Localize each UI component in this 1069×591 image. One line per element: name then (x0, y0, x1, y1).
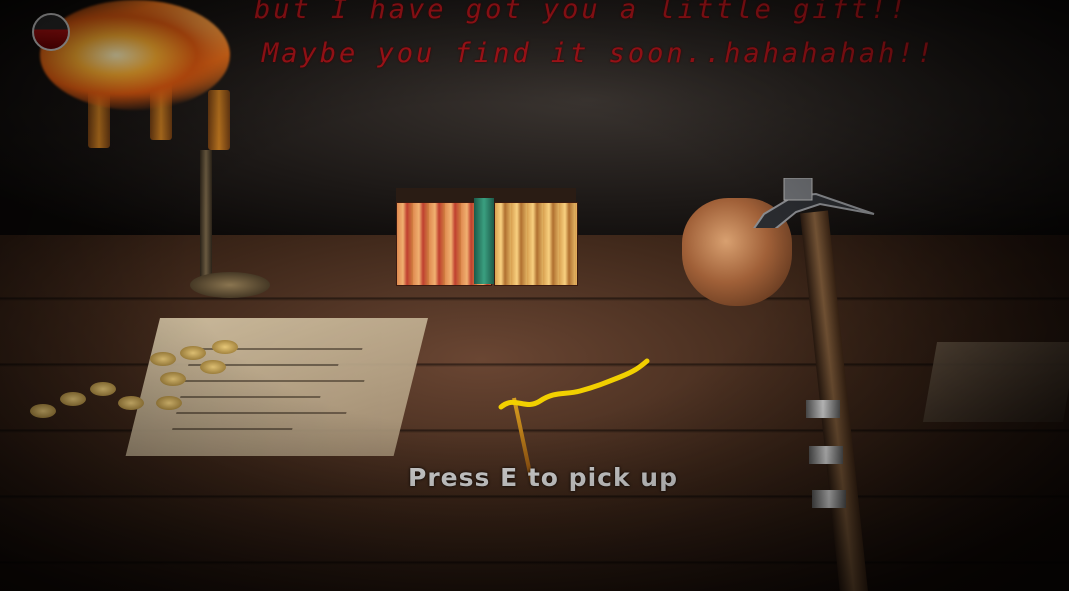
yellow-string[interactable] (495, 355, 655, 415)
paper-note (125, 318, 428, 456)
candelabra-stand (200, 150, 212, 280)
gold-coin (30, 404, 56, 418)
handle-band (806, 400, 840, 418)
game-viewport[interactable]: but I have got you a little gift!! Maybe… (0, 0, 1069, 591)
gold-coin (156, 396, 182, 410)
gold-coin (200, 360, 226, 374)
candle-fire (40, 0, 230, 110)
pickup-prompt: Press E to pick up (408, 463, 678, 492)
candle (208, 90, 230, 150)
handle-band (809, 446, 843, 464)
book-green (474, 198, 494, 284)
gold-coin (150, 352, 176, 366)
gold-coin (118, 396, 144, 410)
paper-right (922, 342, 1069, 422)
candelabra-base (190, 272, 270, 298)
pickaxe-head (753, 178, 875, 228)
gold-coin (160, 372, 186, 386)
message-line-2: Maybe you find it soon..hahahahah!! (262, 38, 936, 69)
message-line-1: but I have got you a little gift!! (254, 0, 909, 25)
books-right (494, 202, 578, 286)
gold-coin (212, 340, 238, 354)
health-orb (32, 13, 70, 51)
gold-coin (90, 382, 116, 396)
gold-coin (60, 392, 86, 406)
handle-band (812, 490, 846, 508)
gold-coin (180, 346, 206, 360)
